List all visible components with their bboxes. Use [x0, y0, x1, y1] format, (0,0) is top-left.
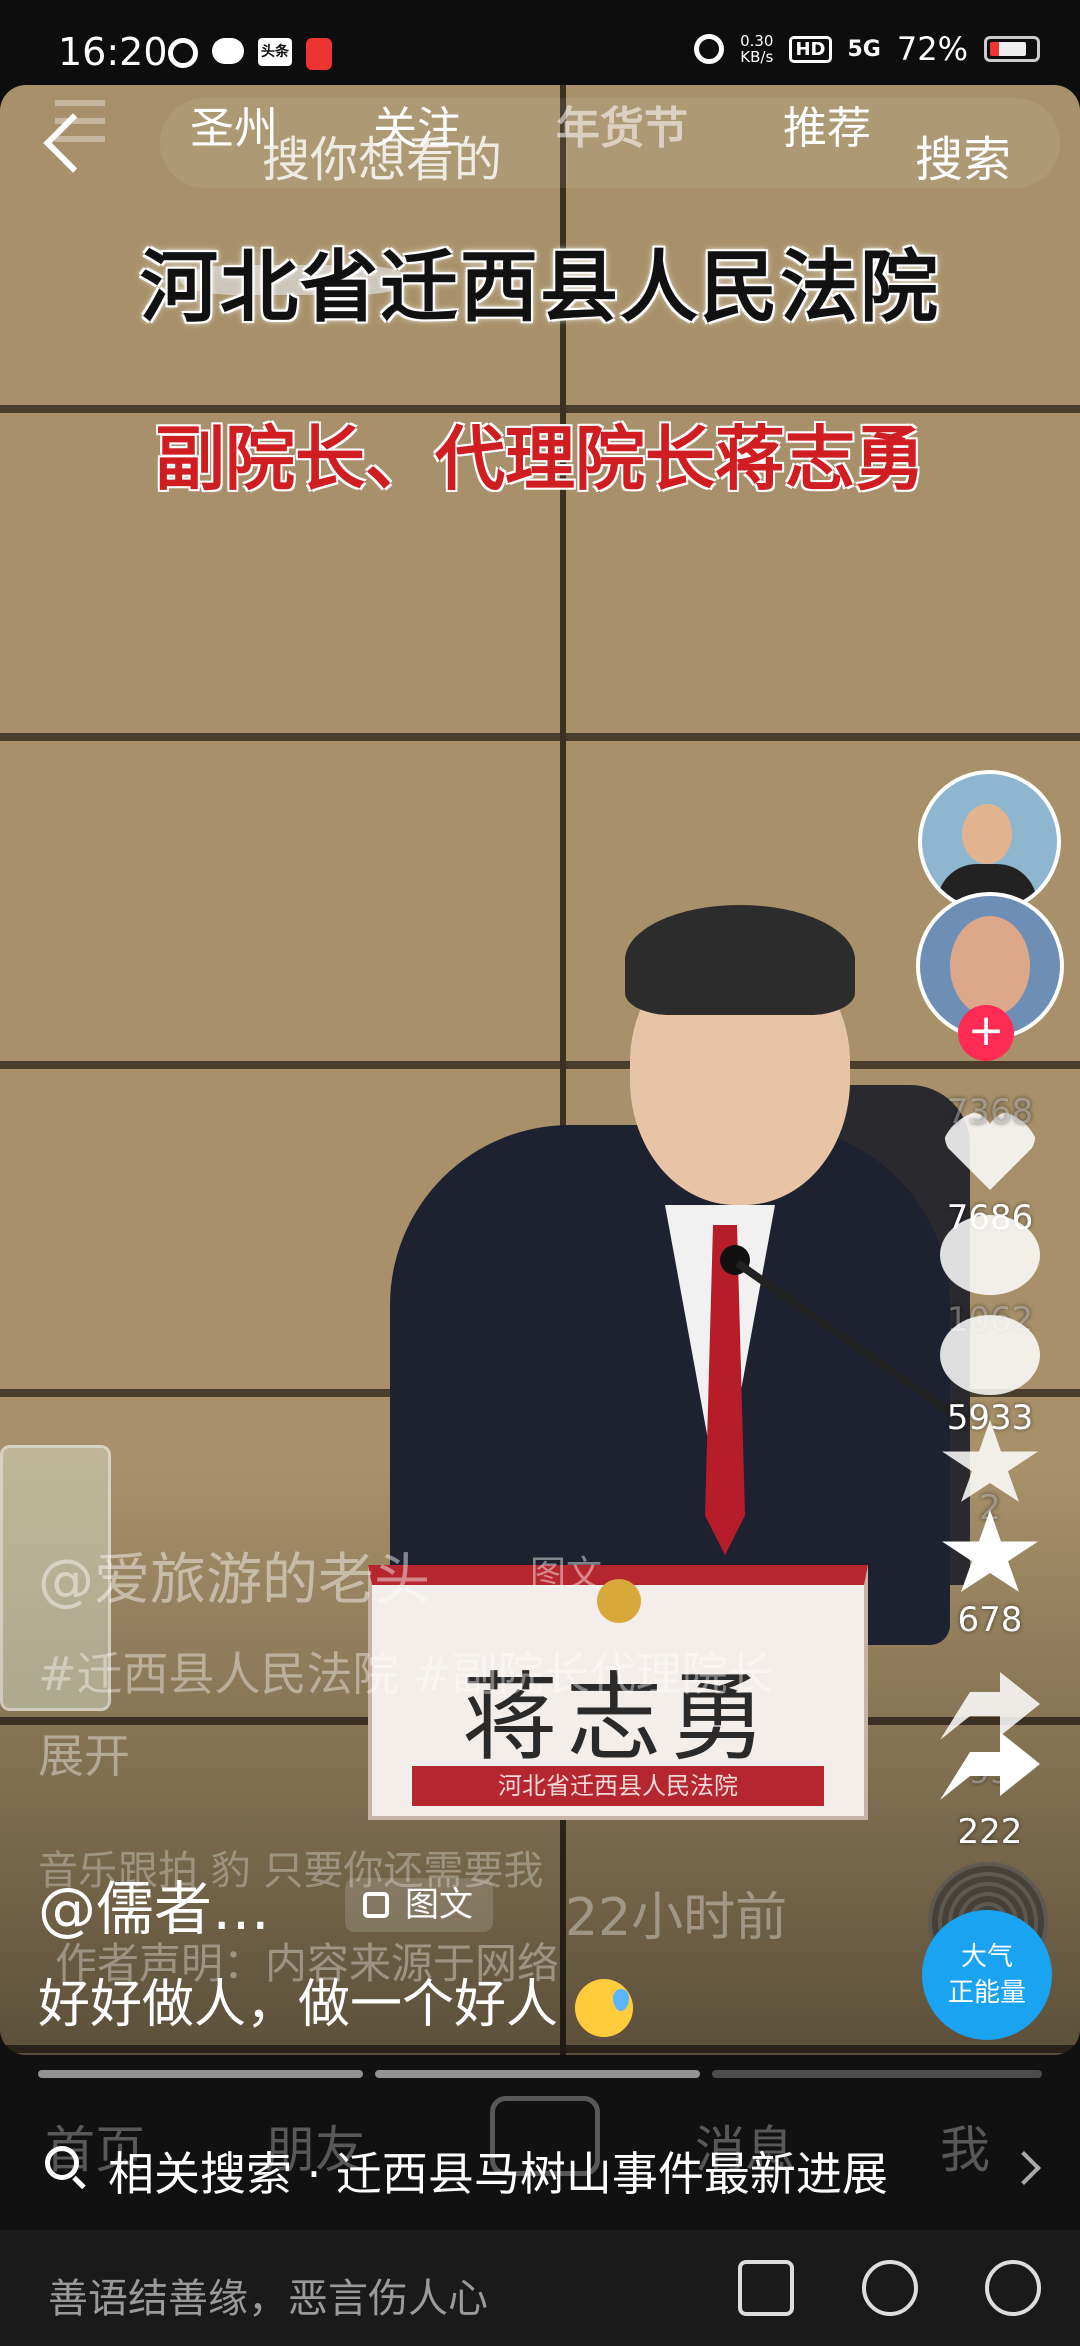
chevron-right-icon — [1007, 2151, 1041, 2185]
ghost-author: @爱旅游的老头 — [38, 1548, 430, 1613]
ghost-expand: 展开 — [38, 1729, 130, 1783]
news-app-icon: 头条 — [258, 38, 292, 66]
related-search-bar[interactable]: 相关搜索 · 迁西县马树山事件最新进展 — [0, 2110, 1080, 2230]
fav-count: 678 — [957, 1600, 1023, 1640]
emoji-icon[interactable] — [985, 2260, 1041, 2316]
record-icon — [168, 38, 198, 68]
image-icon[interactable] — [738, 2260, 794, 2316]
speaker-hair — [625, 905, 855, 1015]
follow-button[interactable]: + — [958, 1005, 1014, 1061]
related-search-text: 相关搜索 · 迁西县马树山事件最新进展 — [108, 2147, 888, 2201]
battery-icon — [984, 36, 1040, 62]
video-title-caption: 河北省迁西县人民法院 — [139, 243, 940, 333]
positive-energy-badge[interactable]: 大气 正能量 — [922, 1910, 1052, 2040]
signal-icon: 5G — [847, 36, 881, 62]
network-speed: 0.30 KB/s — [740, 33, 773, 65]
status-right: 0.30 KB/s HD 5G 72% — [694, 30, 1040, 68]
share-count: 222 — [957, 1812, 1023, 1852]
search-button[interactable]: 搜索 — [915, 120, 1011, 190]
ghost-chip: 图文 — [530, 1554, 603, 1595]
post-caption: 好好做人，做一个好人 — [38, 1962, 633, 2037]
comment-icon[interactable] — [940, 1215, 1040, 1295]
at-icon[interactable] — [862, 2260, 918, 2316]
author-name[interactable]: @儒者… — [38, 1862, 270, 1946]
comment-input[interactable]: 善语结善缘，恶言伤人心 — [48, 2266, 488, 2324]
court-emblem-icon — [597, 1579, 641, 1623]
video-subtitle-caption: 副院长、代理院长蒋志勇 — [155, 418, 925, 500]
ghost-time: 22小时前 — [565, 1888, 788, 1948]
net-speed-unit: KB/s — [740, 48, 774, 66]
ghost-like-count: 7368 — [946, 1092, 1034, 1132]
status-time: 16:20 — [58, 30, 168, 74]
sweat-emoji-icon — [574, 1979, 633, 2037]
badge-line2: 正能量 — [947, 1978, 1026, 2008]
comment-icon[interactable] — [940, 1315, 1040, 1395]
search-input[interactable]: 搜你想看的 — [262, 120, 502, 190]
image-text-chip: 图文 — [345, 1878, 493, 1932]
notification-icons: 头条 — [168, 38, 332, 70]
progress-segment — [375, 2070, 700, 2078]
progress-segment — [712, 2070, 1042, 2078]
battery-percent: 72% — [896, 30, 968, 68]
ghost-tags-text: #迁西县人民法院 #副院长代理院长 — [38, 1647, 774, 1701]
ghost-tags: #迁西县人民法院 #副院长代理院长 展开 — [38, 1633, 818, 1797]
hd-badge: HD — [789, 35, 832, 63]
comment-bar: 善语结善缘，恶言伤人心 — [0, 2230, 1080, 2346]
caption-text: 好好做人，做一个好人 — [38, 1975, 559, 2035]
alarm-icon — [694, 34, 725, 64]
search-icon — [45, 2146, 79, 2180]
net-speed-value: 0.30 — [740, 32, 774, 50]
map-icon — [306, 38, 332, 70]
progress-segment — [38, 2070, 363, 2078]
ghost-menu-icon — [55, 100, 105, 106]
message-icon — [212, 38, 244, 64]
badge-line1: 大气 — [960, 1942, 1013, 1972]
